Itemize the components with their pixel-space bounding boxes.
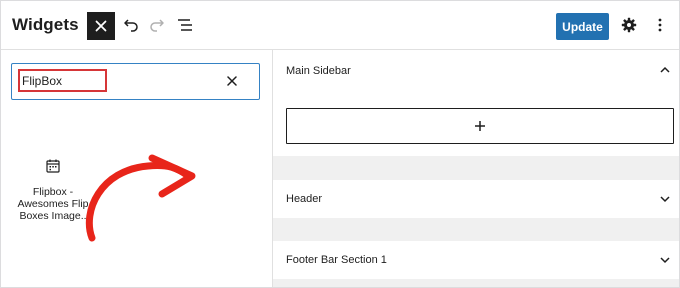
widgets-canvas: Main Sidebar Header Footer Bar Section 1 — [273, 50, 680, 288]
list-view-icon — [178, 19, 192, 31]
add-block-button[interactable] — [286, 108, 674, 144]
block-result-label: Flipbox - Awesomes Flip Boxes Image.. — [17, 186, 89, 222]
chevron-down-icon — [660, 196, 670, 203]
widget-area-title[interactable]: Main Sidebar — [286, 65, 351, 77]
widget-area-header[interactable]: Header — [273, 180, 680, 218]
undo-button[interactable] — [121, 15, 141, 35]
gear-icon — [621, 17, 637, 33]
close-icon — [95, 20, 107, 32]
widget-area-footer-bar-section-1[interactable]: Footer Bar Section 1 — [273, 241, 680, 279]
widget-area-main-sidebar: Main Sidebar — [273, 50, 680, 156]
redo-icon — [150, 19, 164, 32]
clear-search-button[interactable] — [223, 72, 241, 90]
close-inserter-button[interactable] — [87, 12, 115, 40]
more-options-button[interactable] — [650, 15, 670, 35]
update-button[interactable]: Update — [556, 13, 609, 40]
plus-icon — [475, 121, 485, 131]
redo-button[interactable] — [147, 15, 167, 35]
page-title: Widgets — [12, 15, 79, 34]
more-vertical-icon — [658, 18, 662, 32]
chevron-up-icon[interactable] — [659, 64, 671, 76]
settings-button[interactable] — [619, 15, 639, 35]
calendar-icon — [46, 159, 60, 173]
undo-icon — [124, 19, 138, 32]
close-icon — [227, 76, 237, 86]
search-box[interactable] — [11, 63, 260, 100]
list-view-button[interactable] — [175, 15, 195, 35]
block-inserter-panel: Flipbox - Awesomes Flip Boxes Image.. — [0, 50, 272, 288]
widget-area-title: Footer Bar Section 1 — [286, 254, 387, 266]
widget-area-title: Header — [286, 193, 323, 205]
top-toolbar: Widgets Update — [0, 0, 680, 50]
block-result-flipbox[interactable]: Flipbox - Awesomes Flip Boxes Image.. — [10, 148, 96, 228]
search-input[interactable] — [22, 71, 102, 91]
chevron-down-icon — [660, 257, 670, 264]
